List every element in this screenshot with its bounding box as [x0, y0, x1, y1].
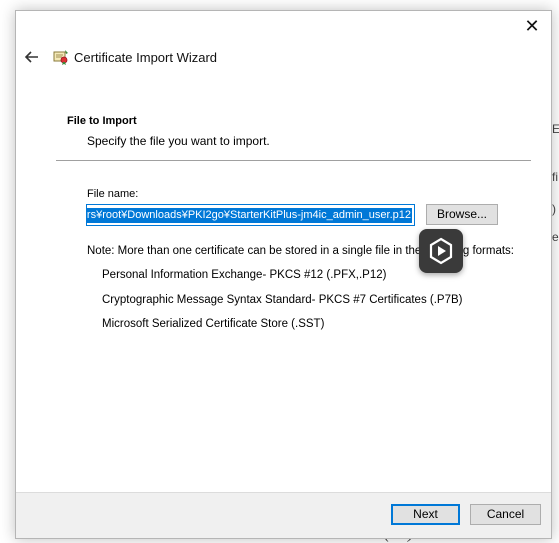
background-fragment: )	[552, 202, 556, 216]
background-fragment: fi	[552, 170, 558, 184]
next-button[interactable]: Next	[391, 504, 460, 525]
screen-capture-badge-icon[interactable]	[419, 229, 463, 273]
divider	[56, 160, 531, 161]
file-name-input[interactable]: ers¥root¥Downloads¥PKI2go¥StarterKitPlus…	[86, 204, 415, 226]
certificate-import-wizard-dialog: ✕ Certificate Import Wizard File to Impo…	[15, 10, 552, 539]
window-title: Certificate Import Wizard	[74, 50, 218, 65]
section-subtitle: Specify the file you want to import.	[87, 134, 270, 148]
background-fragment: er	[552, 230, 559, 244]
section-heading: File to Import	[67, 115, 137, 127]
certificate-wizard-icon	[53, 50, 68, 65]
format-item: Cryptographic Message Syntax Standard- P…	[102, 294, 463, 306]
browse-button[interactable]: Browse...	[426, 204, 498, 225]
back-arrow-icon[interactable]	[24, 49, 40, 65]
background-fragment: E	[552, 122, 559, 136]
cancel-button[interactable]: Cancel	[470, 504, 541, 525]
close-icon[interactable]: ✕	[523, 17, 541, 35]
format-item: Personal Information Exchange- PKCS #12 …	[102, 269, 387, 281]
dialog-footer: Next Cancel	[16, 492, 551, 538]
format-item: Microsoft Serialized Certificate Store (…	[102, 318, 325, 330]
file-name-label: File name:	[87, 188, 139, 200]
file-name-value: ers¥root¥Downloads¥PKI2go¥StarterKitPlus…	[87, 208, 412, 223]
